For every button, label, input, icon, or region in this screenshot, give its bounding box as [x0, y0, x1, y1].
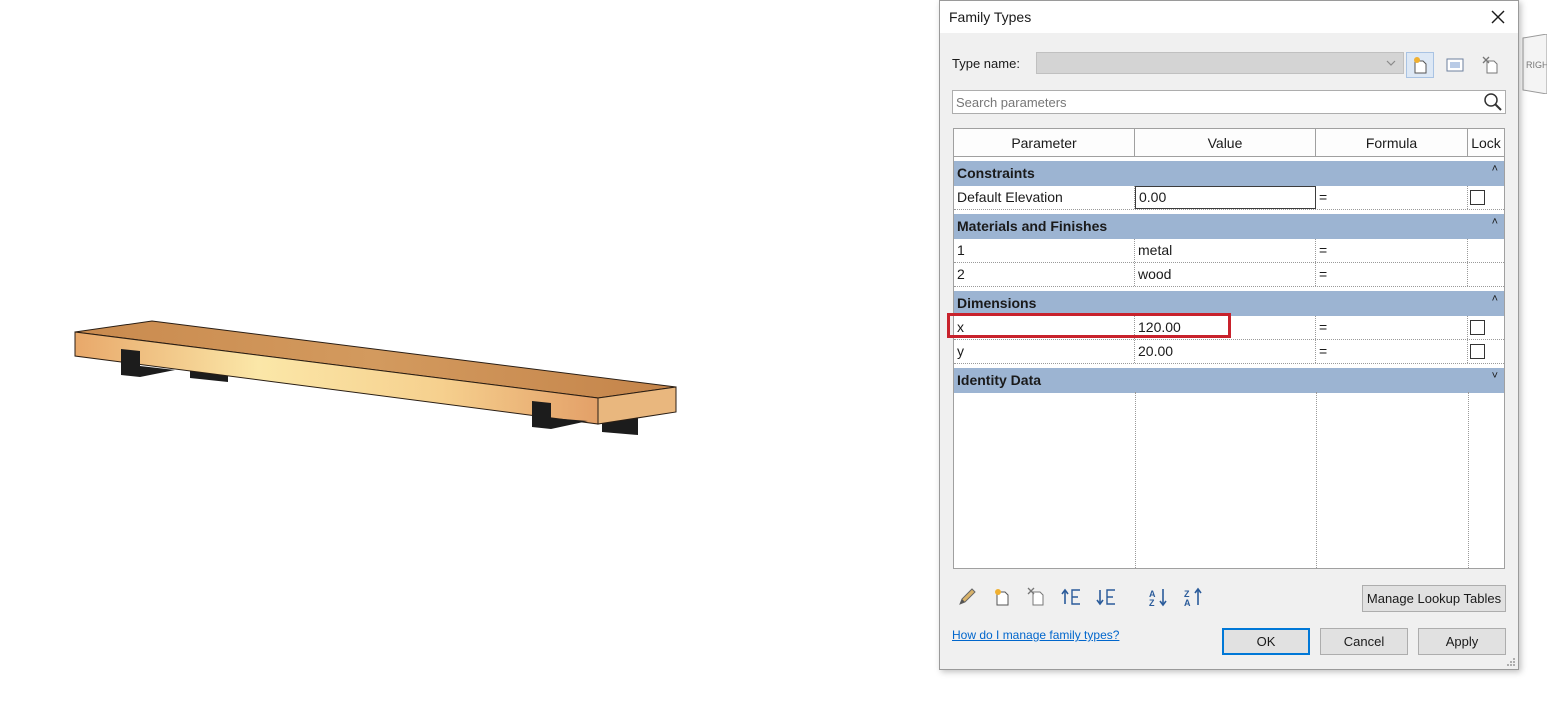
- table-row[interactable]: 2 wood =: [954, 263, 1504, 287]
- param-value-input[interactable]: 0.00: [1135, 186, 1316, 209]
- new-type-icon: [1414, 57, 1427, 74]
- group-constraints[interactable]: Constraints ˄: [954, 161, 1504, 186]
- param-value[interactable]: wood: [1135, 263, 1316, 286]
- rename-type-button[interactable]: [1441, 52, 1469, 78]
- close-icon: [1491, 10, 1505, 24]
- pencil-icon: [959, 588, 976, 605]
- edit-parameter-button[interactable]: [955, 585, 979, 609]
- move-down-button[interactable]: [1095, 585, 1119, 609]
- view-cube[interactable]: RIGHT: [1519, 33, 1547, 95]
- chevron-down-icon: [1386, 60, 1396, 66]
- param-formula[interactable]: =: [1316, 263, 1468, 286]
- search-icon[interactable]: [1483, 92, 1503, 112]
- collapse-icon[interactable]: ˄: [1492, 293, 1498, 305]
- column-header-lock[interactable]: Lock: [1468, 129, 1504, 157]
- sort-descending-icon: Z A: [1184, 587, 1202, 608]
- column-header-formula[interactable]: Formula: [1316, 129, 1468, 157]
- param-value[interactable]: 20.00: [1135, 340, 1316, 363]
- delete-type-icon: [1482, 56, 1498, 74]
- type-name-dropdown[interactable]: [1036, 52, 1404, 74]
- svg-text:Z: Z: [1149, 598, 1155, 608]
- table-row[interactable]: 1 metal =: [954, 239, 1504, 263]
- lock-checkbox[interactable]: [1470, 190, 1485, 205]
- param-value[interactable]: metal: [1135, 239, 1316, 262]
- ok-button[interactable]: OK: [1222, 628, 1310, 655]
- rename-type-icon: [1446, 58, 1464, 72]
- group-identity-data[interactable]: Identity Data ˅: [954, 368, 1504, 393]
- table-row[interactable]: y 20.00 =: [954, 340, 1504, 364]
- group-title: Identity Data: [957, 372, 1042, 388]
- delete-parameter-button[interactable]: [1025, 585, 1049, 609]
- sort-ascending-icon: A Z: [1149, 589, 1167, 608]
- 3d-viewport[interactable]: [0, 0, 938, 721]
- search-parameters-field[interactable]: [952, 90, 1506, 114]
- type-name-label: Type name:: [952, 56, 1020, 71]
- shelf-model[interactable]: [0, 0, 938, 721]
- group-title: Dimensions: [957, 295, 1037, 311]
- annotation-highlight: [947, 313, 1231, 338]
- help-link[interactable]: How do I manage family types?: [952, 628, 1119, 642]
- dialog-title: Family Types: [949, 9, 1032, 25]
- new-type-button[interactable]: [1406, 52, 1434, 78]
- collapse-icon[interactable]: ˄: [1492, 216, 1498, 228]
- collapse-icon[interactable]: ˄: [1492, 163, 1498, 175]
- apply-button[interactable]: Apply: [1418, 628, 1506, 655]
- param-formula[interactable]: =: [1316, 186, 1468, 209]
- parameters-table: Parameter Value Formula Lock Constraints…: [953, 128, 1505, 569]
- expand-icon[interactable]: ˅: [1492, 370, 1498, 382]
- move-down-icon: [1096, 589, 1115, 606]
- param-formula[interactable]: =: [1316, 340, 1468, 363]
- param-formula[interactable]: =: [1316, 316, 1468, 339]
- new-parameter-icon: [995, 589, 1009, 606]
- close-button[interactable]: [1484, 5, 1512, 29]
- title-bar[interactable]: Family Types: [940, 1, 1518, 33]
- lock-checkbox[interactable]: [1470, 320, 1485, 335]
- param-name: 2: [954, 263, 1135, 286]
- delete-type-button[interactable]: [1477, 52, 1505, 78]
- group-materials-and-finishes[interactable]: Materials and Finishes ˄: [954, 214, 1504, 239]
- svg-text:A: A: [1184, 598, 1191, 608]
- group-title: Materials and Finishes: [957, 218, 1108, 234]
- param-name: Default Elevation: [954, 186, 1135, 209]
- column-divider: [1135, 392, 1136, 568]
- param-formula[interactable]: =: [1316, 239, 1468, 262]
- view-cube-label: RIGHT: [1526, 60, 1547, 70]
- column-header-parameter[interactable]: Parameter: [954, 129, 1135, 157]
- resize-grip-icon[interactable]: [1506, 657, 1516, 667]
- table-row[interactable]: Default Elevation 0.00 =: [954, 186, 1504, 210]
- cancel-button[interactable]: Cancel: [1320, 628, 1408, 655]
- delete-parameter-icon: [1027, 587, 1044, 606]
- search-input[interactable]: [956, 93, 1476, 111]
- column-divider: [1468, 392, 1469, 568]
- param-name: 1: [954, 239, 1135, 262]
- param-name: y: [954, 340, 1135, 363]
- sort-descending-button[interactable]: Z A: [1182, 585, 1206, 609]
- move-up-icon: [1061, 588, 1080, 605]
- column-header-value[interactable]: Value: [1135, 129, 1316, 157]
- lock-checkbox[interactable]: [1470, 344, 1485, 359]
- move-up-button[interactable]: [1060, 585, 1084, 609]
- group-title: Constraints: [957, 165, 1035, 181]
- manage-lookup-tables-button[interactable]: Manage Lookup Tables: [1362, 585, 1506, 612]
- sort-ascending-button[interactable]: A Z: [1147, 585, 1171, 609]
- new-parameter-button[interactable]: [990, 585, 1014, 609]
- column-divider: [1316, 392, 1317, 568]
